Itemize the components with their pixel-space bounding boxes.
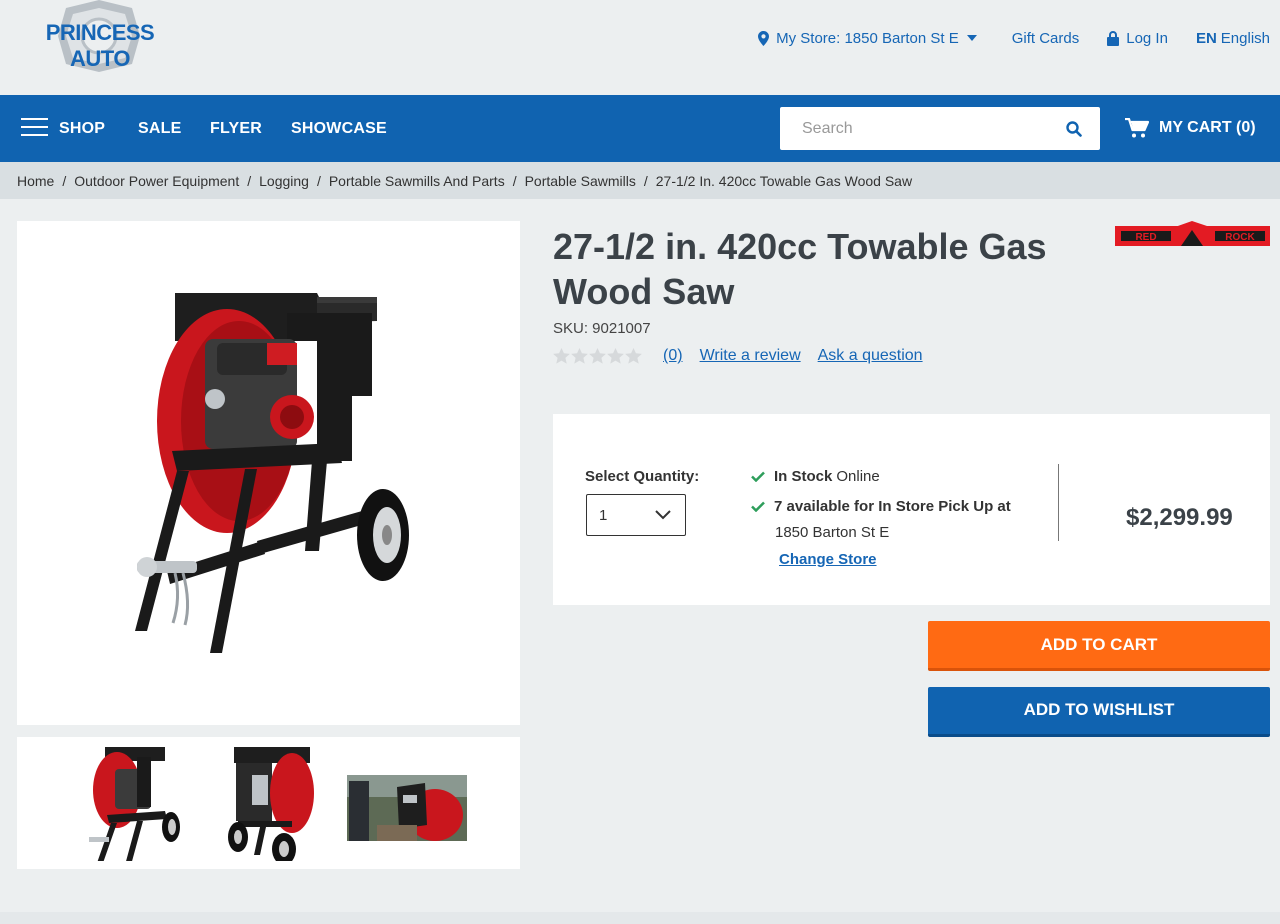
check-icon — [751, 501, 765, 512]
gift-cards-link[interactable]: Gift Cards — [1012, 30, 1080, 47]
hamburger-menu-icon[interactable] — [21, 118, 48, 138]
breadcrumb-current: 27-1/2 In. 420cc Towable Gas Wood Saw — [655, 172, 913, 189]
add-to-cart-button[interactable]: ADD TO CART — [928, 621, 1270, 671]
review-count-link[interactable]: (0) — [663, 347, 683, 365]
star-icon — [571, 348, 588, 364]
my-store-label: My Store: — [776, 29, 841, 47]
caret-down-icon — [966, 35, 977, 41]
red-rock-logo-icon: RED ROCK — [1115, 221, 1270, 246]
in-stock-label: In Stock — [774, 468, 833, 485]
my-store-selector[interactable]: My Store: 1850 Barton St E — [758, 30, 984, 47]
princess-auto-logo[interactable]: PRINCESS AUTO — [14, 0, 184, 72]
add-to-wishlist-button[interactable]: ADD TO WISHLIST — [928, 687, 1270, 737]
ask-question-link[interactable]: Ask a question — [818, 347, 923, 365]
thumbnail-3-image — [347, 775, 467, 841]
breadcrumb-portable-sawmills-and-parts[interactable]: Portable Sawmills And Parts — [329, 173, 505, 189]
language-name: English — [1220, 29, 1270, 47]
breadcrumb-separator: / — [316, 172, 321, 189]
breadcrumb-home[interactable]: Home — [17, 173, 54, 189]
login-label: Log In — [1126, 29, 1168, 47]
wood-saw-image — [135, 293, 409, 653]
thumbnail-1[interactable] — [75, 745, 195, 865]
language-toggle[interactable]: EN English — [1196, 30, 1270, 47]
quantity-value: 1 — [599, 507, 608, 524]
breadcrumb-separator: / — [62, 172, 67, 189]
thumbnail-2[interactable] — [212, 745, 332, 865]
quantity-select[interactable]: 1 — [586, 494, 686, 536]
check-icon — [751, 471, 765, 482]
language-code: EN — [1195, 29, 1217, 47]
breadcrumb-separator: / — [247, 172, 252, 189]
breadcrumb-separator: / — [643, 172, 648, 189]
main-product-image[interactable] — [17, 221, 520, 725]
product-price: $2,299.99 — [1126, 504, 1233, 531]
star-icon — [607, 348, 624, 364]
quantity-label: Select Quantity: — [585, 468, 700, 485]
star-icon — [625, 348, 642, 364]
pickup-store-name: 1850 Barton St E — [775, 524, 890, 541]
nav-showcase[interactable]: SHOWCASE — [291, 120, 387, 138]
breadcrumb-outdoor-power-equipment[interactable]: Outdoor Power Equipment — [74, 173, 239, 189]
breadcrumb: Home / Outdoor Power Equipment / Logging… — [0, 162, 1280, 199]
product-title: 27-1/2 in. 420cc Towable Gas Wood Saw — [553, 226, 1047, 312]
lock-icon — [1107, 30, 1120, 46]
nav-flyer[interactable]: FLYER — [210, 120, 262, 138]
search-input[interactable] — [780, 107, 1050, 150]
svg-text:ROCK: ROCK — [1225, 232, 1255, 243]
online-stock-status: In Stock Online — [751, 468, 880, 485]
breadcrumb-portable-sawmills[interactable]: Portable Sawmills — [525, 173, 636, 189]
star-icon — [589, 348, 606, 364]
main-navigation: SHOP SALE FLYER SHOWCASE MY CART (0) — [0, 95, 1280, 162]
cart-icon — [1125, 117, 1149, 137]
logo-text: PRINCESS AUTO — [45, 20, 155, 71]
search-box — [780, 107, 1100, 150]
gift-cards-label: Gift Cards — [1011, 29, 1080, 47]
thumbnail-1-image — [89, 747, 180, 865]
svg-text:RED: RED — [1135, 232, 1156, 243]
my-cart-button[interactable]: MY CART (0) — [1125, 116, 1256, 140]
search-icon[interactable] — [1066, 121, 1082, 137]
store-pickup-status: 7 available for In Store Pick Up at — [751, 498, 1015, 515]
red-rock-brand-logo[interactable]: RED ROCK — [1115, 221, 1270, 247]
footer-strip — [0, 912, 1280, 924]
map-pin-icon — [758, 30, 770, 46]
thumbnail-2-image — [228, 747, 314, 865]
my-store-name: 1850 Barton St E — [844, 29, 959, 47]
product-sku: SKU: 9021007 — [553, 320, 651, 337]
in-stock-channel: Online — [836, 468, 880, 485]
thumbnail-strip — [17, 737, 520, 869]
chevron-down-icon — [655, 510, 671, 520]
change-store-link[interactable]: Change Store — [779, 551, 877, 568]
write-review-link[interactable]: Write a review — [700, 347, 801, 365]
top-bar: PRINCESS AUTO My Store: 1850 Barton St E… — [0, 0, 1280, 95]
divider — [1058, 464, 1059, 541]
star-icon — [553, 348, 570, 364]
login-link[interactable]: Log In — [1107, 30, 1168, 47]
cart-label: MY CART (0) — [1159, 119, 1256, 136]
nav-sale[interactable]: SALE — [138, 120, 181, 138]
breadcrumb-logging[interactable]: Logging — [259, 173, 309, 189]
breadcrumb-separator: / — [512, 172, 517, 189]
star-rating — [553, 348, 643, 364]
thumbnail-3[interactable] — [347, 745, 467, 861]
nav-shop[interactable]: SHOP — [59, 120, 105, 138]
pickup-availability: 7 available for In Store Pick Up at — [774, 498, 1011, 515]
utility-links: My Store: 1850 Barton St E Gift Cards Lo… — [730, 26, 1270, 50]
purchase-card: Select Quantity: 1 In Stock Online 7 ava… — [553, 414, 1270, 605]
rating-row: (0) Write a review Ask a question — [553, 345, 940, 367]
